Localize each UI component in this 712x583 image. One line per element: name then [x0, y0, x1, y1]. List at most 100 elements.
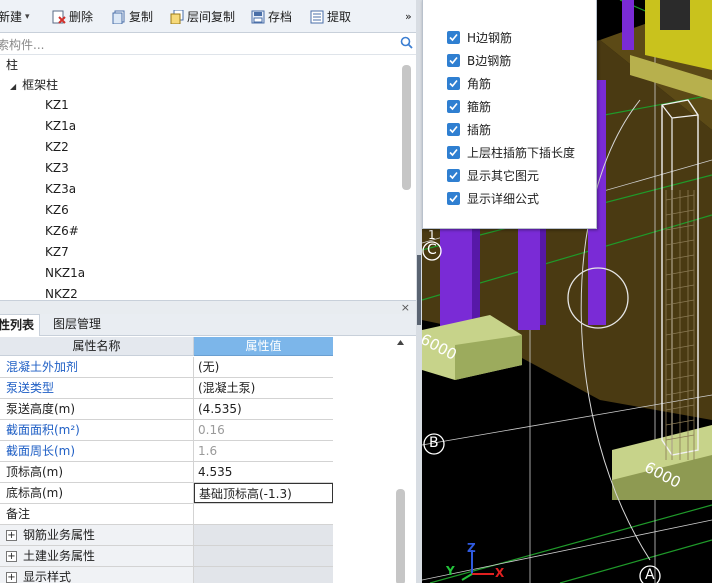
- tree-root-column[interactable]: 柱: [6, 55, 18, 75]
- option-corner-rebar[interactable]: 角筋: [447, 74, 491, 92]
- option-h-rebar[interactable]: H边钢筋: [447, 28, 512, 46]
- property-value[interactable]: 4.535: [194, 462, 333, 482]
- save-icon: [251, 10, 265, 24]
- option-show-formula[interactable]: 显示详细公式: [447, 189, 539, 207]
- tree-item[interactable]: KZ3a: [45, 179, 76, 199]
- bottom-elevation-input[interactable]: 基础顶标高(-1.3): [194, 483, 333, 503]
- option-dowel[interactable]: 插筋: [447, 120, 491, 138]
- grid-scrollbar[interactable]: [396, 489, 405, 583]
- axis-label-b: B: [429, 435, 439, 451]
- floor-copy-label: 层间复制: [187, 10, 236, 24]
- copy-label: 复制: [129, 10, 154, 24]
- option-label: 上层柱插筋下插长度: [467, 145, 576, 160]
- tab-properties[interactable]: 性列表: [0, 314, 41, 336]
- table-row[interactable]: 备注: [0, 504, 333, 525]
- search-input[interactable]: 索构件...: [0, 36, 44, 53]
- panel-divider: ×: [0, 300, 416, 314]
- property-group-label: 显示样式: [23, 570, 72, 583]
- search-icon[interactable]: [400, 36, 413, 49]
- table-row[interactable]: 截面面积(m²) 0.16: [0, 420, 333, 441]
- property-name: 混凝土外加剂: [0, 357, 194, 377]
- table-row[interactable]: 泵送高度(m) (4.535): [0, 399, 333, 420]
- close-icon[interactable]: ×: [401, 301, 410, 314]
- more-button[interactable]: »: [405, 0, 412, 33]
- header-name: 属性名称: [0, 337, 194, 356]
- tree-item[interactable]: KZ6: [45, 200, 69, 220]
- table-row[interactable]: + 显示样式: [0, 567, 333, 583]
- search-bar[interactable]: 索构件...: [0, 33, 416, 55]
- tab-layers[interactable]: 图层管理: [48, 314, 106, 336]
- left-panel: 新建 ▾ 删除 复制 层间复制 存档 提取 » 索构件... 柱 ◢ 框架柱 K…: [0, 0, 418, 583]
- checkbox-checked-icon[interactable]: [447, 191, 460, 205]
- table-row[interactable]: 截面周长(m) 1.6: [0, 441, 333, 462]
- extract-icon: [310, 10, 324, 24]
- expand-icon[interactable]: +: [6, 530, 17, 541]
- option-label: 显示详细公式: [467, 191, 540, 206]
- property-value: 0.16: [198, 423, 225, 437]
- table-row[interactable]: + 土建业务属性: [0, 546, 333, 567]
- save-label: 存档: [268, 10, 293, 24]
- tree-item[interactable]: KZ3: [45, 158, 69, 178]
- property-value[interactable]: [194, 504, 333, 524]
- table-row[interactable]: 顶标高(m) 4.535: [0, 462, 333, 483]
- property-value[interactable]: (混凝土泵): [194, 378, 333, 398]
- tree-item[interactable]: KZ7: [45, 242, 69, 262]
- option-stirrup[interactable]: 箍筋: [447, 97, 491, 115]
- copy-icon: [112, 10, 126, 24]
- tree-item[interactable]: NKZ2: [45, 284, 78, 300]
- tree-group-frame-column[interactable]: ◢ 框架柱: [10, 75, 58, 95]
- gizmo-z-label: Z: [467, 541, 476, 555]
- table-row[interactable]: 底标高(m) 基础顶标高(-1.3): [0, 483, 333, 504]
- table-row[interactable]: 泵送类型 (混凝土泵): [0, 378, 333, 399]
- property-value[interactable]: (4.535): [194, 399, 333, 419]
- delete-icon: [52, 10, 66, 24]
- collapse-arrow-icon[interactable]: ◢: [10, 82, 16, 91]
- expand-icon[interactable]: +: [6, 572, 17, 583]
- property-group[interactable]: + 土建业务属性: [0, 546, 194, 566]
- property-group[interactable]: + 钢筋业务属性: [0, 525, 194, 545]
- checkbox-checked-icon[interactable]: [447, 145, 460, 159]
- delete-button[interactable]: 删除: [52, 0, 93, 33]
- extract-button[interactable]: 提取: [310, 0, 351, 33]
- property-name: 顶标高(m): [0, 462, 194, 482]
- tree-item[interactable]: KZ1a: [45, 116, 76, 136]
- tree-item[interactable]: NKZ1a: [45, 263, 85, 283]
- option-upper-dowel-length[interactable]: 上层柱插筋下插长度: [447, 143, 575, 161]
- axis-label-a: A: [645, 567, 655, 583]
- toolbar: 新建 ▾ 删除 复制 层间复制 存档 提取 »: [0, 0, 418, 33]
- checkbox-checked-icon[interactable]: [447, 53, 460, 67]
- property-value: 1.6: [198, 444, 218, 458]
- new-button[interactable]: 新建 ▾: [0, 0, 30, 33]
- property-name: 泵送高度(m): [0, 399, 194, 419]
- new-label: 新建: [0, 10, 23, 24]
- splitter-handle[interactable]: [417, 255, 421, 325]
- copy-button[interactable]: 复制: [112, 0, 153, 33]
- checkbox-checked-icon[interactable]: [447, 122, 460, 136]
- checkbox-checked-icon[interactable]: [447, 99, 460, 113]
- gizmo-x-label: X: [495, 566, 505, 580]
- tree-scrollbar[interactable]: [402, 65, 411, 190]
- checkbox-checked-icon[interactable]: [447, 168, 460, 182]
- floor-copy-button[interactable]: 层间复制: [170, 0, 235, 33]
- property-group[interactable]: + 显示样式: [0, 567, 194, 583]
- delete-label: 删除: [69, 10, 94, 24]
- table-row[interactable]: + 钢筋业务属性: [0, 525, 333, 546]
- property-name: 底标高(m): [0, 483, 194, 503]
- checkbox-checked-icon[interactable]: [447, 30, 460, 44]
- tree-item[interactable]: KZ2: [45, 137, 69, 157]
- tree-item[interactable]: KZ6#: [45, 221, 79, 241]
- tree-item[interactable]: KZ1: [45, 95, 69, 115]
- option-show-other[interactable]: 显示其它图元: [447, 166, 539, 184]
- checkbox-checked-icon[interactable]: [447, 76, 460, 90]
- table-row[interactable]: 混凝土外加剂 (无): [0, 357, 333, 378]
- tree-root-label: 柱: [6, 58, 19, 72]
- save-button[interactable]: 存档: [251, 0, 292, 33]
- option-b-rebar[interactable]: B边钢筋: [447, 51, 511, 69]
- property-value[interactable]: (无): [194, 357, 333, 377]
- header-value: 属性值: [194, 337, 333, 356]
- option-label: B边钢筋: [467, 53, 512, 68]
- expand-icon[interactable]: +: [6, 551, 17, 562]
- scroll-up-icon[interactable]: [396, 339, 405, 347]
- partial-label: 1: [428, 228, 436, 242]
- property-name: 备注: [0, 504, 194, 524]
